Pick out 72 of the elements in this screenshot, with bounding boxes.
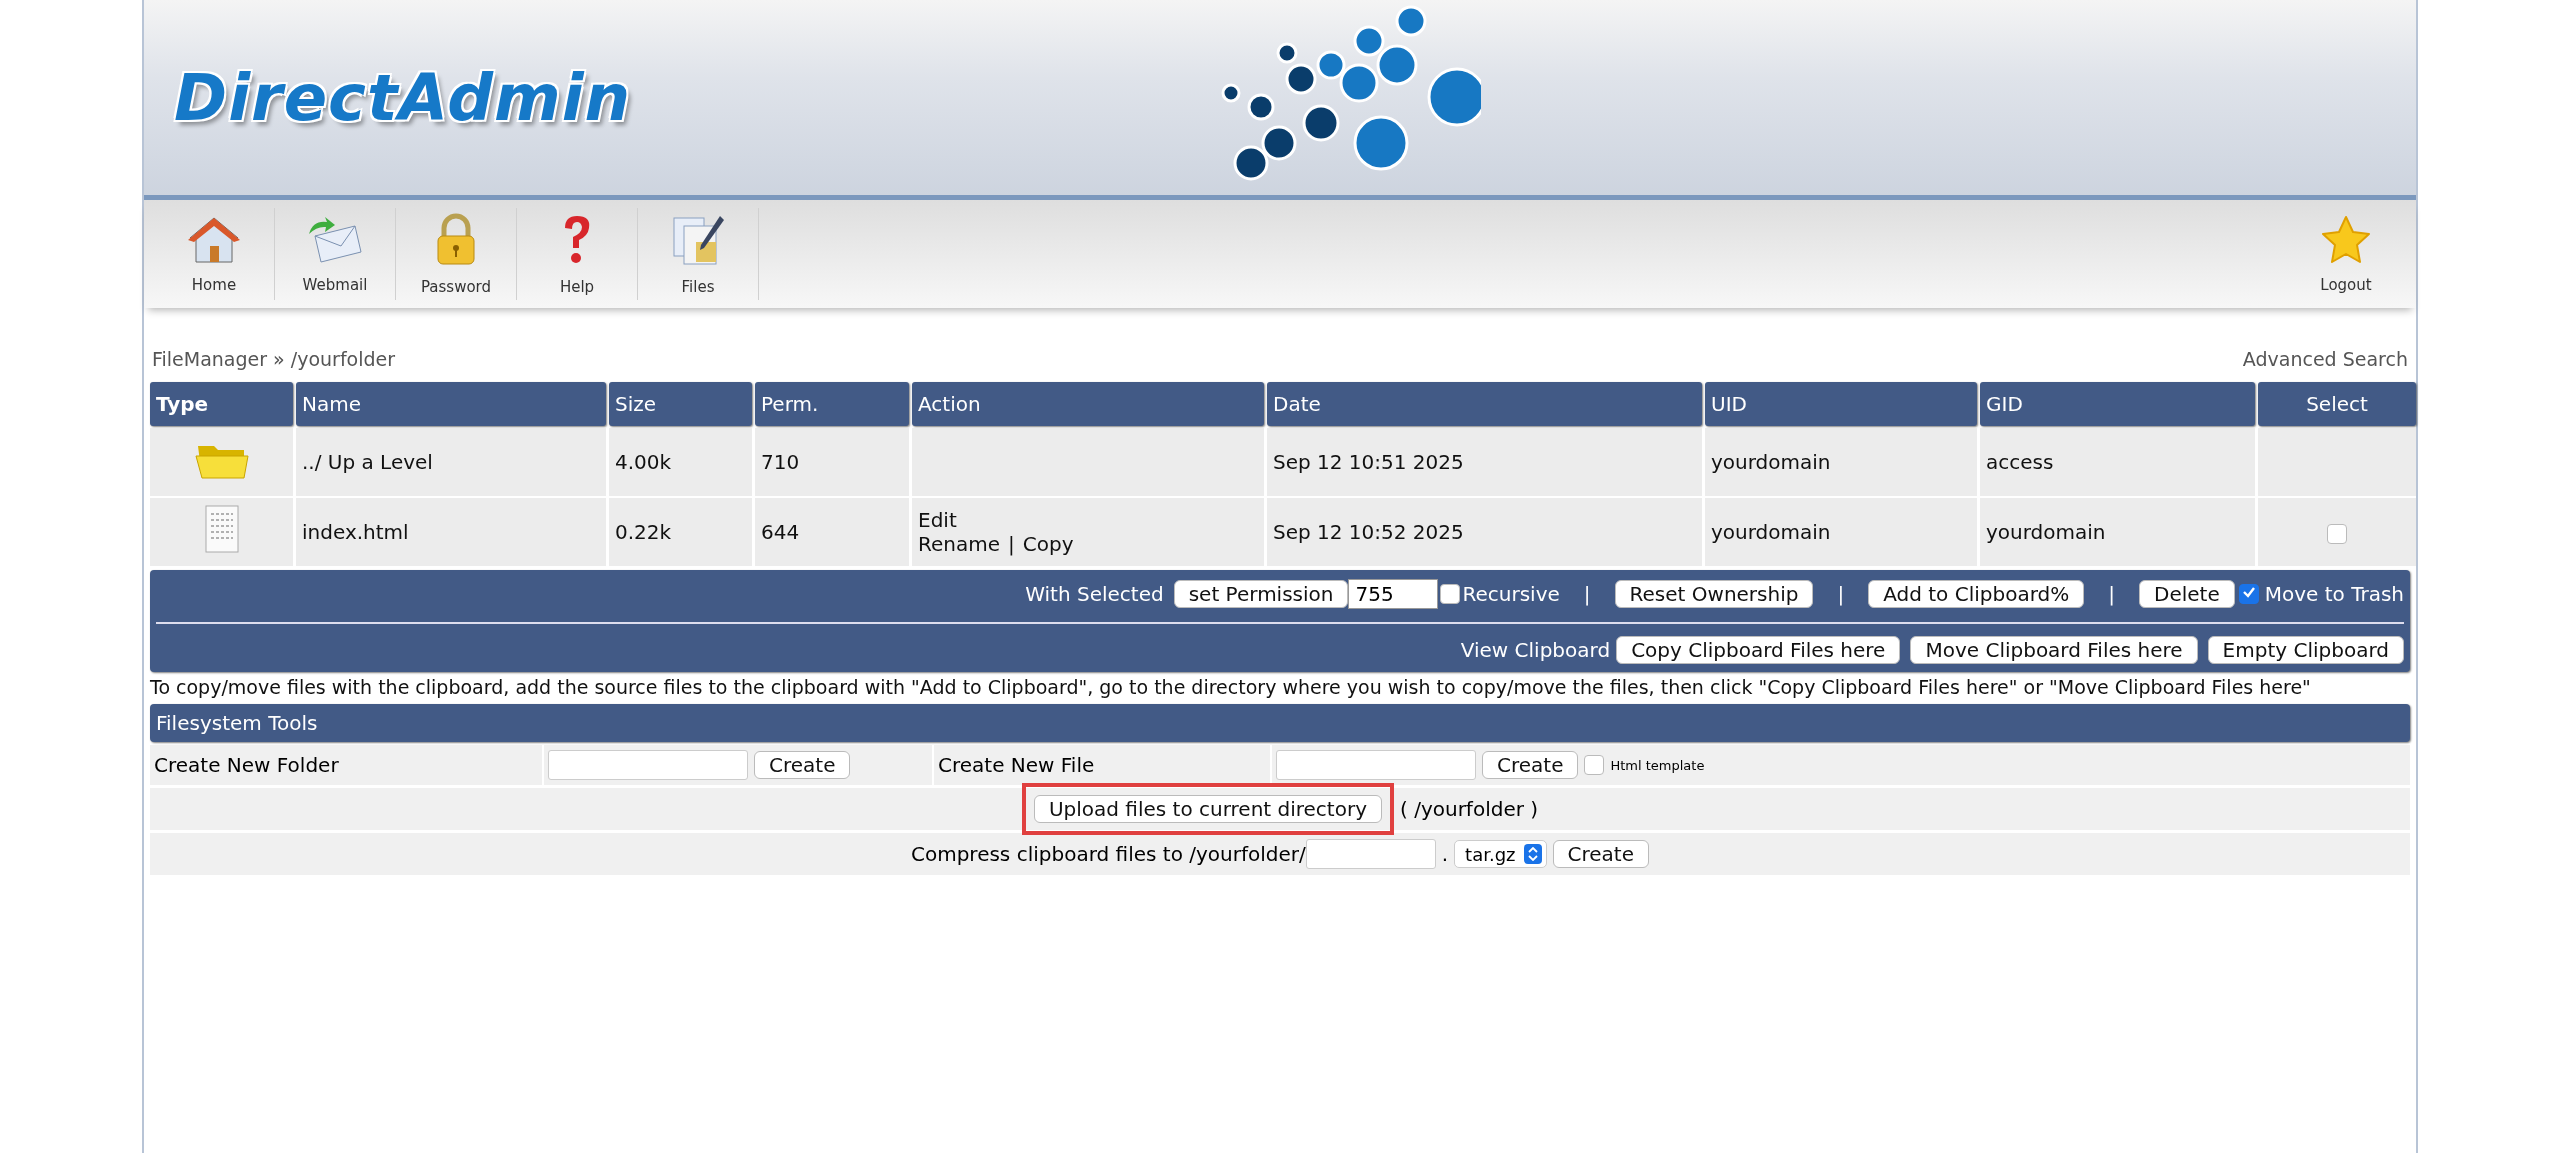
- column-header[interactable]: UID: [1705, 382, 1977, 426]
- action-link[interactable]: Copy: [1022, 532, 1074, 556]
- format-select[interactable]: tar.gz: [1454, 840, 1547, 868]
- size-cell: 4.00k: [609, 428, 752, 496]
- column-header[interactable]: Select: [2258, 382, 2416, 426]
- file-name-field[interactable]: [1276, 750, 1476, 780]
- advanced-search-link[interactable]: Advanced Search: [2242, 348, 2408, 370]
- select-checkbox[interactable]: [2327, 523, 2347, 544]
- size-cell: 0.22k: [609, 498, 752, 566]
- column-header[interactable]: Name: [296, 382, 606, 426]
- file-name-cell: ../ Up a Level: [296, 428, 606, 496]
- filesystem-tools-header: Filesystem Tools: [150, 704, 2410, 742]
- gid-cell: yourdomain: [1980, 498, 2255, 566]
- nav-item[interactable]: Files: [638, 208, 759, 300]
- move-to-trash-label: Move to Trash: [2264, 582, 2404, 606]
- uid-cell: yourdomain: [1705, 498, 1977, 566]
- logout-link[interactable]: Logout: [2286, 208, 2406, 300]
- with-selected-label: With Selected: [1025, 582, 1164, 606]
- breadcrumb: FileManager » /yourfolder: [152, 348, 396, 370]
- folder-name-field[interactable]: [548, 750, 748, 780]
- create-button[interactable]: Create: [754, 751, 851, 779]
- create-button[interactable]: Create: [1482, 751, 1579, 779]
- compress-label: Compress clipboard files to /yourfolder/: [911, 842, 1306, 866]
- column-header[interactable]: GID: [1980, 382, 2255, 426]
- nav-item[interactable]: Webmail: [275, 208, 396, 300]
- permission-field[interactable]: 755: [1348, 579, 1439, 609]
- recursive-label: Recursive: [1462, 582, 1560, 606]
- date-cell: Sep 12 10:52 2025: [1267, 498, 1702, 566]
- clipboard-note: To copy/move files with the clipboard, add the source files to the clipboard with "Add to Clipboard", go to the directory where you wish to copy/move the files, then click "Copy Clipboard Files here" or "Move Clipboard Files here": [150, 676, 2312, 698]
- column-header[interactable]: Action: [912, 382, 1264, 426]
- file-name-cell: index.html: [296, 498, 606, 566]
- move-to-trash-checkbox[interactable]: [2238, 584, 2259, 604]
- html-template-checkbox[interactable]: [1584, 755, 1605, 775]
- uid-cell: yourdomain: [1705, 428, 1977, 496]
- create-folder-label: Create New Folder: [154, 753, 339, 777]
- column-header[interactable]: Type: [150, 382, 293, 426]
- column-header[interactable]: Perm.: [755, 382, 909, 426]
- set-permission-button[interactable]: set Permission: [1173, 580, 1349, 608]
- caret-icon: [1527, 847, 1538, 861]
- reset-ownership-button[interactable]: Reset Ownership: [1614, 580, 1814, 608]
- action-link[interactable]: Edit: [918, 508, 957, 532]
- html-template-label: Html template: [1610, 757, 1705, 773]
- nav-item[interactable]: Password: [396, 208, 517, 300]
- separator-text: |: [2108, 582, 2115, 606]
- star-icon: [2320, 214, 2372, 266]
- dot-text: .: [1441, 842, 1449, 866]
- separator-text: |: [1008, 532, 1015, 556]
- clipboard-button[interactable]: Copy Clipboard Files here: [1616, 636, 1901, 664]
- add-to-clipboard-button[interactable]: Add to Clipboard%: [1868, 580, 2085, 608]
- upload-button[interactable]: Upload files to current directory: [1033, 795, 1382, 823]
- view-clipboard-label: View Clipboard: [1460, 638, 1611, 662]
- column-header[interactable]: Size: [609, 382, 752, 426]
- nav-item[interactable]: Help: [517, 208, 638, 300]
- separator-text: |: [1583, 582, 1591, 606]
- archive-name-field[interactable]: [1305, 839, 1436, 869]
- clipboard-button[interactable]: Move Clipboard Files here: [1910, 636, 2198, 664]
- action-link[interactable]: Rename: [918, 532, 1001, 556]
- create-file-label: Create New File: [938, 753, 1095, 777]
- separator-text: |: [1837, 582, 1845, 606]
- logo: DirectAdmin: [174, 60, 632, 135]
- column-header[interactable]: Date: [1267, 382, 1702, 426]
- upload-path: ( /yourfolder ): [1400, 797, 1539, 821]
- delete-button[interactable]: Delete: [2139, 580, 2235, 608]
- recursive-checkbox[interactable]: [1440, 584, 1461, 604]
- permission-cell: 644: [755, 498, 909, 566]
- permission-cell: 710: [755, 428, 909, 496]
- nav-item[interactable]: Home: [154, 208, 275, 300]
- check-icon: [2241, 585, 2256, 599]
- date-cell: Sep 12 10:51 2025: [1267, 428, 1702, 496]
- create-button[interactable]: Create: [1552, 840, 1649, 868]
- clipboard-button[interactable]: Empty Clipboard: [2207, 636, 2404, 664]
- gid-cell: access: [1980, 428, 2255, 496]
